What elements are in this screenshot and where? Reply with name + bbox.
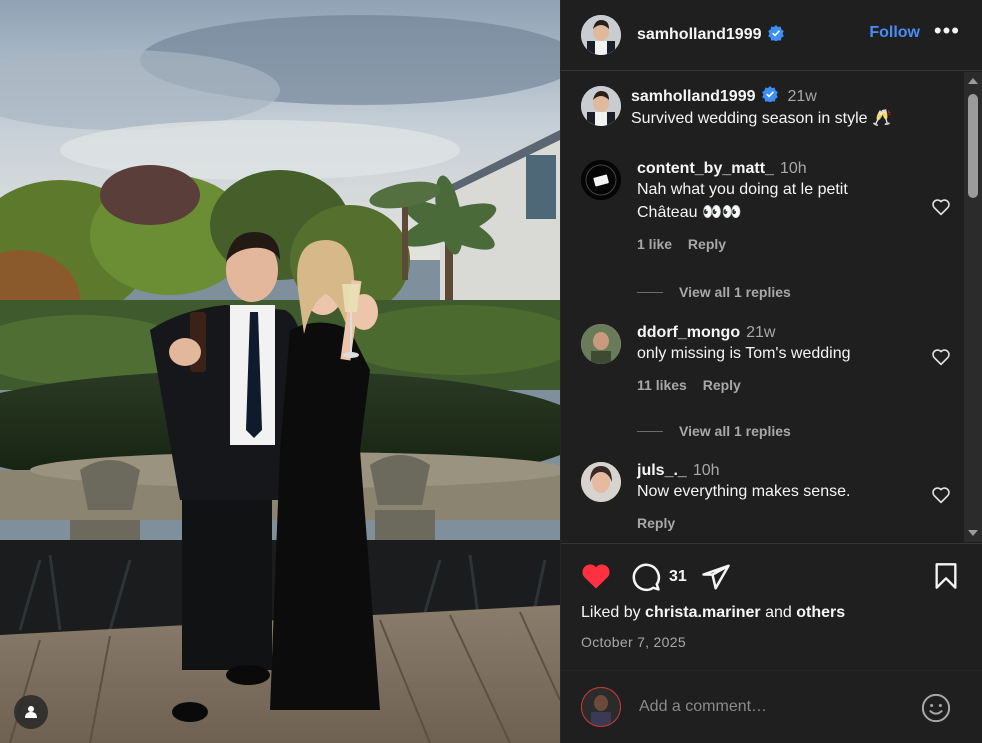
comment-meta: 1 like Reply bbox=[637, 236, 907, 252]
post-date[interactable]: October 7, 2025 bbox=[581, 634, 686, 650]
reply-button[interactable]: Reply bbox=[688, 236, 726, 252]
comment-item: ddorf_mongo 21w only missing is Tom's wed… bbox=[581, 324, 951, 393]
liked-by-text: Liked by christa.mariner and others bbox=[581, 604, 845, 622]
like-comment-heart-icon[interactable] bbox=[931, 486, 951, 504]
caption-time: 21w bbox=[787, 87, 817, 105]
caption-username[interactable]: samholland1999 bbox=[631, 88, 756, 106]
author-avatar[interactable] bbox=[581, 15, 621, 55]
replies-divider-line bbox=[637, 291, 663, 293]
reply-button[interactable]: Reply bbox=[703, 377, 741, 393]
share-paper-plane-icon[interactable] bbox=[701, 562, 731, 592]
liked-by-prefix: Liked by bbox=[581, 604, 646, 621]
view-replies-button[interactable]: View all 1 replies bbox=[637, 284, 791, 300]
like-heart-icon[interactable] bbox=[581, 562, 611, 590]
follow-button[interactable]: Follow bbox=[869, 24, 920, 42]
add-comment-bar bbox=[561, 670, 982, 743]
comment-bubble-icon[interactable] bbox=[631, 562, 661, 592]
commenter-avatar[interactable] bbox=[581, 462, 621, 502]
commenter-avatar-image bbox=[581, 324, 621, 364]
post-caption: samholland1999 21w Survived wedding seas… bbox=[581, 86, 951, 130]
author-username-text[interactable]: samholland1999 bbox=[637, 26, 762, 44]
comment-time: 10h bbox=[779, 160, 807, 177]
post-photo[interactable] bbox=[0, 0, 560, 743]
current-user-avatar-image bbox=[581, 687, 621, 727]
caption-avatar[interactable] bbox=[581, 86, 621, 126]
commenter-avatar[interactable] bbox=[581, 324, 621, 364]
commenter-avatar-image bbox=[581, 462, 621, 502]
author-avatar-image bbox=[581, 15, 621, 55]
current-user-avatar[interactable] bbox=[581, 687, 621, 727]
scroll-down-arrow-icon[interactable] bbox=[968, 530, 978, 536]
comment-text: Now everything makes sense. bbox=[637, 483, 851, 500]
comments-list[interactable]: samholland1999 21w Survived wedding seas… bbox=[561, 72, 982, 542]
view-replies-button[interactable]: View all 1 replies bbox=[637, 423, 791, 439]
tagged-users-button[interactable] bbox=[14, 695, 48, 729]
comment-item: content_by_matt_ 10h Nah what you doing a… bbox=[581, 160, 951, 252]
comment-likes[interactable]: 1 like bbox=[637, 236, 672, 252]
post-side-panel: samholland1999 Follow ••• samholland1999… bbox=[560, 0, 982, 743]
comment-item: juls_._ 10h Now everything makes sense. R… bbox=[581, 462, 951, 531]
liked-by-others[interactable]: others bbox=[796, 604, 845, 621]
comment-text: Nah what you doing at le petit Château 👀… bbox=[637, 181, 848, 221]
scroll-thumb[interactable] bbox=[968, 94, 978, 198]
commenter-avatar[interactable] bbox=[581, 160, 621, 200]
comment-time: 21w bbox=[746, 324, 776, 341]
author-username[interactable]: samholland1999 bbox=[637, 24, 784, 46]
add-comment-input[interactable] bbox=[639, 698, 909, 716]
comment-time: 10h bbox=[692, 462, 720, 479]
liked-by-mid: and bbox=[760, 604, 797, 621]
comment-text: only missing is Tom's wedding bbox=[637, 345, 851, 362]
comment-username[interactable]: juls_._ bbox=[637, 462, 687, 479]
comment-username[interactable]: ddorf_mongo bbox=[637, 324, 740, 341]
verified-badge-icon bbox=[767, 24, 784, 46]
comments-scrollbar[interactable] bbox=[964, 72, 982, 542]
commenter-avatar-image bbox=[581, 160, 621, 200]
caption-avatar-image bbox=[581, 86, 621, 126]
save-bookmark-icon[interactable] bbox=[933, 562, 959, 590]
view-replies-label[interactable]: View all 1 replies bbox=[679, 284, 791, 300]
comment-likes[interactable]: 11 likes bbox=[637, 377, 687, 393]
person-icon bbox=[25, 706, 37, 718]
more-options-button[interactable]: ••• bbox=[934, 20, 960, 42]
wedding-photo bbox=[0, 0, 560, 743]
replies-divider-line bbox=[637, 430, 663, 432]
comment-meta: 11 likes Reply bbox=[637, 377, 907, 393]
scroll-up-arrow-icon[interactable] bbox=[968, 78, 978, 84]
view-replies-label[interactable]: View all 1 replies bbox=[679, 423, 791, 439]
emoji-smiley-icon[interactable] bbox=[921, 693, 951, 723]
verified-badge-icon bbox=[761, 86, 778, 107]
comment-count: 31 bbox=[669, 568, 687, 585]
comment-meta: Reply bbox=[637, 515, 907, 531]
comment-username[interactable]: content_by_matt_ bbox=[637, 160, 774, 177]
post-actions: 31 Liked by christa.mariner and others O… bbox=[561, 543, 982, 669]
like-comment-heart-icon[interactable] bbox=[931, 198, 951, 216]
liked-by-user[interactable]: christa.mariner bbox=[645, 604, 761, 621]
caption-text: Survived wedding season in style 🥂 bbox=[631, 110, 892, 127]
like-comment-heart-icon[interactable] bbox=[931, 348, 951, 366]
post-header: samholland1999 Follow ••• bbox=[561, 0, 982, 71]
reply-button[interactable]: Reply bbox=[637, 515, 675, 531]
